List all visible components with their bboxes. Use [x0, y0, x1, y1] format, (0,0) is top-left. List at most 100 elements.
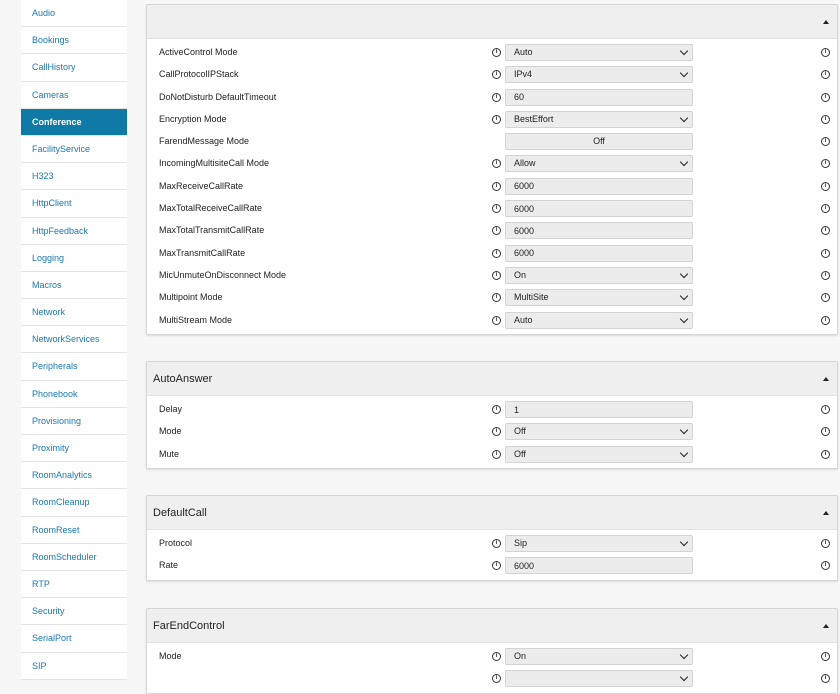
- info-circle-icon[interactable]: [821, 137, 830, 147]
- sidebar-item-httpclient[interactable]: HttpClient: [21, 190, 127, 218]
- setting-input[interactable]: [505, 401, 693, 418]
- caret-up-icon[interactable]: [823, 511, 829, 515]
- sidebar-item-serialport[interactable]: SerialPort: [21, 625, 127, 653]
- info-circle-icon[interactable]: [492, 114, 501, 124]
- info-circle-icon[interactable]: [492, 159, 501, 169]
- caret-up-icon[interactable]: [823, 377, 829, 381]
- sidebar-item-phonebook[interactable]: Phonebook: [21, 381, 127, 408]
- sidebar-item-macros[interactable]: Macros: [21, 272, 127, 300]
- panel-header[interactable]: DefaultCall: [147, 496, 837, 530]
- setting-label: Delay: [159, 404, 183, 414]
- sidebar-item-sip[interactable]: SIP: [21, 653, 127, 680]
- sidebar-item-h323[interactable]: H323: [21, 163, 127, 191]
- setting-select[interactable]: [505, 670, 693, 688]
- setting-select[interactable]: Off: [505, 423, 693, 441]
- sidebar-item-bookings[interactable]: Bookings: [21, 27, 127, 55]
- info-circle-icon[interactable]: [821, 293, 830, 303]
- chevron-down-icon: [679, 673, 689, 682]
- setting-label: IncomingMultisiteCall Mode: [159, 158, 270, 169]
- sidebar-item-roomcleanup[interactable]: RoomCleanup: [21, 489, 127, 517]
- sidebar-item-audio[interactable]: Audio: [21, 0, 127, 28]
- info-circle-icon[interactable]: [492, 315, 501, 325]
- chevron-down-icon: [679, 269, 689, 279]
- info-circle-icon[interactable]: [821, 181, 830, 191]
- sidebar-item-roomanalytics[interactable]: RoomAnalytics: [21, 462, 127, 490]
- sidebar-item-roomscheduler[interactable]: RoomScheduler: [21, 544, 127, 571]
- caret-up-icon[interactable]: [823, 20, 829, 24]
- info-circle-icon[interactable]: [821, 674, 830, 684]
- setting-input[interactable]: [505, 88, 693, 106]
- sidebar-item-roomreset[interactable]: RoomReset: [21, 517, 127, 544]
- setting-select[interactable]: IPv4: [505, 66, 693, 84]
- setting-input[interactable]: [505, 222, 693, 240]
- info-circle-icon[interactable]: [492, 226, 501, 236]
- sidebar-item-network[interactable]: Network: [21, 299, 127, 327]
- setting-input[interactable]: [505, 177, 693, 195]
- setting-input[interactable]: [505, 244, 693, 262]
- info-circle-icon[interactable]: [821, 427, 830, 437]
- info-circle-icon[interactable]: [492, 48, 501, 57]
- setting-select[interactable]: On: [505, 266, 693, 284]
- sidebar-item-cameras[interactable]: Cameras: [21, 82, 127, 109]
- setting-row: MaxTotalTransmitCallRate: [147, 220, 837, 242]
- info-circle-icon[interactable]: [492, 92, 501, 102]
- setting-select[interactable]: MultiSite: [505, 289, 693, 307]
- sidebar-item-security[interactable]: Security: [21, 598, 127, 626]
- sidebar-item-callhistory[interactable]: CallHistory: [21, 54, 127, 82]
- setting-label: MicUnmuteOnDisconnect Mode: [159, 269, 287, 280]
- info-circle-icon[interactable]: [492, 561, 501, 571]
- panel-header[interactable]: [147, 5, 837, 39]
- info-circle-icon[interactable]: [492, 181, 501, 191]
- setting-select[interactable]: Auto: [505, 311, 693, 329]
- info-circle-icon[interactable]: [492, 427, 501, 437]
- sidebar-item-peripherals[interactable]: Peripherals: [21, 353, 127, 381]
- info-circle-icon[interactable]: [821, 48, 830, 57]
- setting-select[interactable]: Allow: [505, 155, 693, 173]
- info-circle-icon[interactable]: [821, 159, 830, 169]
- info-circle-icon[interactable]: [492, 674, 501, 684]
- sidebar-item-rtp[interactable]: RTP: [21, 571, 127, 599]
- info-circle-icon[interactable]: [492, 270, 501, 280]
- info-circle-icon[interactable]: [821, 92, 830, 102]
- sidebar-item-logging[interactable]: Logging: [21, 245, 127, 272]
- panel-farendcontrol: FarEndControl Mode On: [146, 608, 838, 694]
- info-circle-icon[interactable]: [821, 270, 830, 280]
- caret-up-icon[interactable]: [823, 624, 829, 628]
- info-circle-icon[interactable]: [492, 70, 501, 80]
- info-circle-icon[interactable]: [492, 248, 501, 258]
- setting-input[interactable]: [505, 557, 693, 575]
- setting-select[interactable]: BestEffort: [505, 110, 693, 128]
- panel-header[interactable]: FarEndControl: [147, 609, 837, 643]
- setting-select[interactable]: On: [505, 648, 693, 665]
- info-circle-icon[interactable]: [492, 652, 501, 661]
- setting-select[interactable]: Auto: [505, 44, 693, 61]
- info-circle-icon[interactable]: [821, 315, 830, 325]
- info-circle-icon[interactable]: [821, 539, 830, 548]
- sidebar-item-proximity[interactable]: Proximity: [21, 435, 127, 463]
- info-circle-icon[interactable]: [821, 652, 830, 661]
- panel-title: FarEndControl: [153, 620, 225, 632]
- panel-header[interactable]: AutoAnswer: [147, 362, 837, 396]
- info-circle-icon[interactable]: [821, 248, 830, 258]
- info-circle-icon[interactable]: [492, 449, 501, 459]
- sidebar-item-provisioning[interactable]: Provisioning: [21, 408, 127, 435]
- info-circle-icon[interactable]: [492, 405, 501, 414]
- info-circle-icon[interactable]: [492, 293, 501, 303]
- info-circle-icon[interactable]: [821, 114, 830, 124]
- info-circle-icon[interactable]: [821, 70, 830, 80]
- sidebar-item-networkservices[interactable]: NetworkServices: [21, 326, 127, 354]
- setting-select[interactable]: Sip: [505, 535, 693, 552]
- sidebar-item-conference[interactable]: Conference: [21, 108, 127, 136]
- sidebar-item-httpfeedback[interactable]: HttpFeedback: [21, 218, 127, 245]
- info-circle-icon[interactable]: [821, 204, 830, 214]
- info-circle-icon[interactable]: [492, 539, 501, 548]
- setting-select[interactable]: Off: [505, 445, 693, 463]
- info-circle-icon[interactable]: [821, 561, 830, 571]
- setting-input[interactable]: [505, 200, 693, 218]
- sidebar-item-facilityservice[interactable]: FacilityService: [21, 136, 127, 164]
- info-circle-icon[interactable]: [492, 204, 501, 214]
- info-circle-icon[interactable]: [821, 226, 830, 236]
- info-circle-icon[interactable]: [821, 405, 830, 414]
- info-circle-icon[interactable]: [821, 449, 830, 459]
- setting-value-text: Off: [514, 426, 526, 437]
